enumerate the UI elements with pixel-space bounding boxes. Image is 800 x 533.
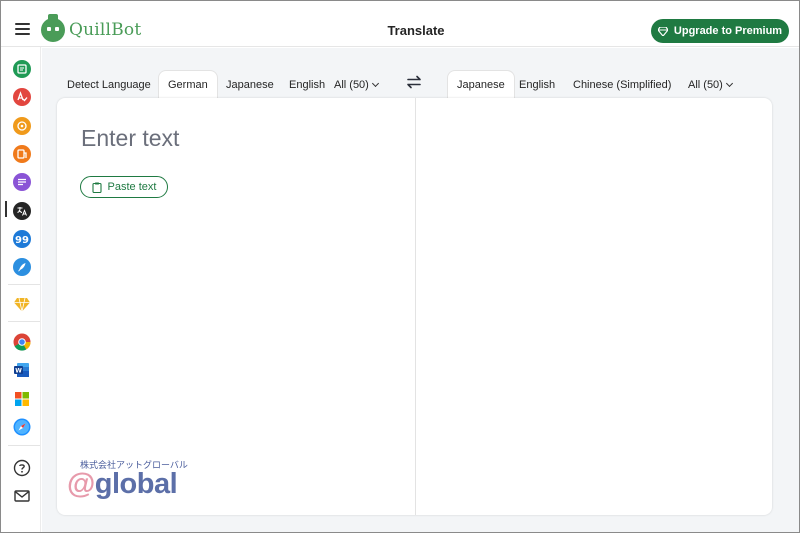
sidebar-divider	[8, 445, 40, 446]
mail-icon	[14, 490, 30, 502]
premium-diamond-icon	[14, 297, 30, 312]
sidebar-item-safari[interactable]	[13, 418, 31, 436]
sidebar-item-translator[interactable]	[13, 202, 31, 220]
upgrade-to-premium-button[interactable]: Upgrade to Premium	[651, 19, 789, 43]
tab-source-german[interactable]: German	[158, 70, 218, 99]
active-indicator	[5, 201, 7, 217]
sidebar: 99 W	[1, 47, 41, 532]
chevron-down-icon	[371, 79, 379, 88]
sidebar-divider	[8, 321, 40, 322]
sidebar-item-chrome[interactable]	[13, 333, 31, 351]
source-text-input[interactable]: Enter text	[81, 125, 179, 152]
watermark-logo: @global	[67, 468, 178, 501]
sidebar-item-grammar-checker[interactable]	[13, 88, 31, 106]
sidebar-item-ai-detector[interactable]	[13, 117, 31, 135]
translator-icon	[13, 202, 31, 220]
tab-source-english[interactable]: English	[289, 78, 325, 92]
sidebar-item-help[interactable]	[13, 459, 31, 477]
tab-target-english[interactable]: English	[519, 78, 555, 92]
sidebar-item-premium[interactable]	[13, 295, 31, 313]
panel-divider	[415, 98, 416, 515]
chrome-extension-icon	[13, 333, 31, 351]
sidebar-item-citation-generator[interactable]: 99	[13, 230, 31, 248]
windows-app-icon	[15, 392, 29, 406]
upgrade-label: Upgrade to Premium	[673, 25, 783, 37]
svg-text:99: 99	[15, 235, 29, 246]
source-all-languages-dropdown[interactable]: All (50)	[334, 78, 379, 92]
target-all-label: All (50)	[688, 79, 723, 91]
word-addin-icon: W	[14, 363, 29, 377]
paste-text-button[interactable]: Paste text	[80, 176, 168, 198]
target-all-languages-dropdown[interactable]: All (50)	[688, 78, 733, 92]
watermark-at: @	[67, 468, 95, 500]
safari-extension-icon	[13, 418, 31, 436]
sidebar-item-word[interactable]: W	[13, 361, 31, 379]
help-icon	[13, 459, 31, 477]
diamond-icon	[657, 26, 668, 36]
sidebar-item-plagiarism-checker[interactable]	[13, 145, 31, 163]
watermark-word: global	[94, 468, 178, 500]
paraphraser-icon	[13, 60, 31, 78]
grammar-checker-icon	[13, 88, 31, 106]
sidebar-item-windows[interactable]	[13, 390, 31, 408]
tab-target-chinese-simplified[interactable]: Chinese (Simplified)	[573, 78, 671, 92]
plagiarism-checker-icon	[13, 145, 31, 163]
citation-generator-icon: 99	[13, 230, 31, 248]
tab-target-japanese[interactable]: Japanese	[447, 70, 515, 99]
tab-source-detect-language[interactable]: Detect Language	[67, 78, 151, 92]
swap-languages-icon[interactable]	[405, 75, 423, 89]
source-all-label: All (50)	[334, 79, 369, 91]
sidebar-item-contact[interactable]	[13, 487, 31, 505]
top-header: QuillBot Translate Upgrade to Premium	[1, 1, 799, 47]
svg-text:W: W	[15, 368, 22, 375]
sidebar-item-ai-writer[interactable]	[13, 258, 31, 276]
clipboard-icon	[91, 182, 102, 193]
sidebar-item-paraphraser[interactable]	[13, 60, 31, 78]
app-window: QuillBot Translate Upgrade to Premium 99…	[0, 0, 800, 533]
ai-writer-icon	[13, 258, 31, 276]
tab-source-japanese[interactable]: Japanese	[226, 78, 274, 92]
ai-detector-icon	[13, 117, 31, 135]
sidebar-divider	[8, 284, 40, 285]
summarizer-icon	[13, 173, 31, 191]
chevron-down-icon	[725, 79, 733, 88]
paste-text-label: Paste text	[107, 181, 157, 193]
sidebar-item-summarizer[interactable]	[13, 173, 31, 191]
